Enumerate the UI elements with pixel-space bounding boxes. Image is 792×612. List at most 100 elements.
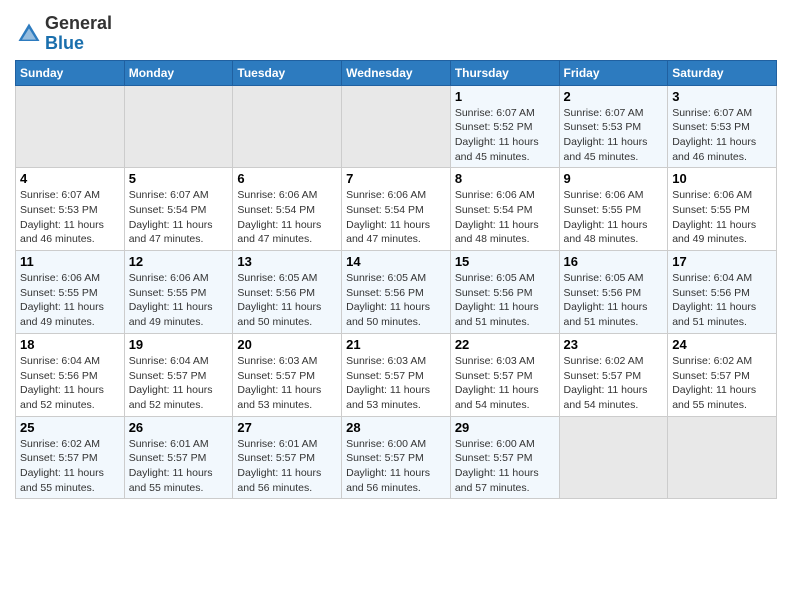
day-info: Sunrise: 6:07 AM Sunset: 5:53 PM Dayligh… — [20, 188, 120, 247]
logo-text-general: General — [45, 14, 112, 34]
table-row: 9 Sunrise: 6:06 AM Sunset: 5:55 PM Daylig… — [559, 168, 668, 251]
day-info: Sunrise: 6:04 AM Sunset: 5:56 PM Dayligh… — [20, 354, 120, 413]
calendar-table: Sunday Monday Tuesday Wednesday Thursday… — [15, 60, 777, 500]
day-number: 19 — [129, 337, 229, 352]
day-info: Sunrise: 6:06 AM Sunset: 5:55 PM Dayligh… — [564, 188, 664, 247]
col-wednesday: Wednesday — [342, 60, 451, 85]
table-row — [16, 85, 125, 168]
day-info: Sunrise: 6:02 AM Sunset: 5:57 PM Dayligh… — [20, 437, 120, 496]
day-number: 10 — [672, 171, 772, 186]
table-row — [342, 85, 451, 168]
day-number: 12 — [129, 254, 229, 269]
day-number: 8 — [455, 171, 555, 186]
day-info: Sunrise: 6:07 AM Sunset: 5:54 PM Dayligh… — [129, 188, 229, 247]
day-number: 15 — [455, 254, 555, 269]
page-header: General Blue — [15, 10, 777, 54]
col-friday: Friday — [559, 60, 668, 85]
table-row: 24 Sunrise: 6:02 AM Sunset: 5:57 PM Dayli… — [668, 333, 777, 416]
day-number: 14 — [346, 254, 446, 269]
day-info: Sunrise: 6:07 AM Sunset: 5:53 PM Dayligh… — [564, 106, 664, 165]
table-row: 5 Sunrise: 6:07 AM Sunset: 5:54 PM Daylig… — [124, 168, 233, 251]
table-row: 21 Sunrise: 6:03 AM Sunset: 5:57 PM Dayli… — [342, 333, 451, 416]
table-row: 18Sunrise: 6:04 AM Sunset: 5:56 PM Dayli… — [16, 333, 125, 416]
day-info: Sunrise: 6:07 AM Sunset: 5:53 PM Dayligh… — [672, 106, 772, 165]
day-number: 5 — [129, 171, 229, 186]
day-number: 13 — [237, 254, 337, 269]
table-row: 28 Sunrise: 6:00 AM Sunset: 5:57 PM Dayli… — [342, 416, 451, 499]
day-info: Sunrise: 6:05 AM Sunset: 5:56 PM Dayligh… — [237, 271, 337, 330]
col-sunday: Sunday — [16, 60, 125, 85]
table-row — [668, 416, 777, 499]
day-number: 9 — [564, 171, 664, 186]
calendar-week-row: 18Sunrise: 6:04 AM Sunset: 5:56 PM Dayli… — [16, 333, 777, 416]
table-row: 20Sunrise: 6:03 AM Sunset: 5:57 PM Dayli… — [233, 333, 342, 416]
day-info: Sunrise: 6:02 AM Sunset: 5:57 PM Dayligh… — [564, 354, 664, 413]
calendar-week-row: 4 Sunrise: 6:07 AM Sunset: 5:53 PM Daylig… — [16, 168, 777, 251]
col-monday: Monday — [124, 60, 233, 85]
day-info: Sunrise: 6:03 AM Sunset: 5:57 PM Dayligh… — [346, 354, 446, 413]
day-number: 21 — [346, 337, 446, 352]
table-row — [233, 85, 342, 168]
day-info: Sunrise: 6:06 AM Sunset: 5:54 PM Dayligh… — [237, 188, 337, 247]
col-thursday: Thursday — [450, 60, 559, 85]
logo-icon — [15, 20, 43, 48]
day-number: 20 — [237, 337, 337, 352]
day-info: Sunrise: 6:05 AM Sunset: 5:56 PM Dayligh… — [346, 271, 446, 330]
table-row: 15 Sunrise: 6:05 AM Sunset: 5:56 PM Dayli… — [450, 251, 559, 334]
table-row: 8 Sunrise: 6:06 AM Sunset: 5:54 PM Daylig… — [450, 168, 559, 251]
table-row: 6 Sunrise: 6:06 AM Sunset: 5:54 PM Daylig… — [233, 168, 342, 251]
day-number: 28 — [346, 420, 446, 435]
day-info: Sunrise: 6:04 AM Sunset: 5:56 PM Dayligh… — [672, 271, 772, 330]
day-number: 26 — [129, 420, 229, 435]
col-saturday: Saturday — [668, 60, 777, 85]
day-number: 25 — [20, 420, 120, 435]
table-row: 17Sunrise: 6:04 AM Sunset: 5:56 PM Dayli… — [668, 251, 777, 334]
day-info: Sunrise: 6:05 AM Sunset: 5:56 PM Dayligh… — [564, 271, 664, 330]
day-number: 6 — [237, 171, 337, 186]
day-info: Sunrise: 6:06 AM Sunset: 5:55 PM Dayligh… — [129, 271, 229, 330]
table-row: 2 Sunrise: 6:07 AM Sunset: 5:53 PM Daylig… — [559, 85, 668, 168]
day-info: Sunrise: 6:05 AM Sunset: 5:56 PM Dayligh… — [455, 271, 555, 330]
day-info: Sunrise: 6:01 AM Sunset: 5:57 PM Dayligh… — [129, 437, 229, 496]
logo: General Blue — [15, 14, 112, 54]
calendar-week-row: 11 Sunrise: 6:06 AM Sunset: 5:55 PM Dayli… — [16, 251, 777, 334]
table-row: 26 Sunrise: 6:01 AM Sunset: 5:57 PM Dayli… — [124, 416, 233, 499]
table-row: 16 Sunrise: 6:05 AM Sunset: 5:56 PM Dayli… — [559, 251, 668, 334]
day-info: Sunrise: 6:06 AM Sunset: 5:55 PM Dayligh… — [20, 271, 120, 330]
calendar-week-row: 25 Sunrise: 6:02 AM Sunset: 5:57 PM Dayli… — [16, 416, 777, 499]
table-row: 3 Sunrise: 6:07 AM Sunset: 5:53 PM Daylig… — [668, 85, 777, 168]
table-row: 29Sunrise: 6:00 AM Sunset: 5:57 PM Dayli… — [450, 416, 559, 499]
day-number: 1 — [455, 89, 555, 104]
table-row: 23Sunrise: 6:02 AM Sunset: 5:57 PM Dayli… — [559, 333, 668, 416]
day-info: Sunrise: 6:00 AM Sunset: 5:57 PM Dayligh… — [346, 437, 446, 496]
calendar-week-row: 1 Sunrise: 6:07 AM Sunset: 5:52 PM Daylig… — [16, 85, 777, 168]
calendar-header-row: Sunday Monday Tuesday Wednesday Thursday… — [16, 60, 777, 85]
day-number: 11 — [20, 254, 120, 269]
table-row: 10 Sunrise: 6:06 AM Sunset: 5:55 PM Dayli… — [668, 168, 777, 251]
day-info: Sunrise: 6:07 AM Sunset: 5:52 PM Dayligh… — [455, 106, 555, 165]
day-info: Sunrise: 6:06 AM Sunset: 5:54 PM Dayligh… — [455, 188, 555, 247]
day-number: 24 — [672, 337, 772, 352]
day-number: 22 — [455, 337, 555, 352]
day-number: 16 — [564, 254, 664, 269]
day-info: Sunrise: 6:04 AM Sunset: 5:57 PM Dayligh… — [129, 354, 229, 413]
day-info: Sunrise: 6:00 AM Sunset: 5:57 PM Dayligh… — [455, 437, 555, 496]
day-info: Sunrise: 6:01 AM Sunset: 5:57 PM Dayligh… — [237, 437, 337, 496]
table-row: 22 Sunrise: 6:03 AM Sunset: 5:57 PM Dayli… — [450, 333, 559, 416]
logo-text-blue: Blue — [45, 34, 112, 54]
table-row: 4 Sunrise: 6:07 AM Sunset: 5:53 PM Daylig… — [16, 168, 125, 251]
table-row: 7 Sunrise: 6:06 AM Sunset: 5:54 PM Daylig… — [342, 168, 451, 251]
day-number: 3 — [672, 89, 772, 104]
day-number: 7 — [346, 171, 446, 186]
table-row: 12 Sunrise: 6:06 AM Sunset: 5:55 PM Dayli… — [124, 251, 233, 334]
day-info: Sunrise: 6:06 AM Sunset: 5:54 PM Dayligh… — [346, 188, 446, 247]
table-row: 19 Sunrise: 6:04 AM Sunset: 5:57 PM Dayli… — [124, 333, 233, 416]
day-info: Sunrise: 6:06 AM Sunset: 5:55 PM Dayligh… — [672, 188, 772, 247]
day-info: Sunrise: 6:02 AM Sunset: 5:57 PM Dayligh… — [672, 354, 772, 413]
day-number: 4 — [20, 171, 120, 186]
col-tuesday: Tuesday — [233, 60, 342, 85]
table-row: 27 Sunrise: 6:01 AM Sunset: 5:57 PM Dayli… — [233, 416, 342, 499]
day-number: 27 — [237, 420, 337, 435]
day-number: 2 — [564, 89, 664, 104]
day-info: Sunrise: 6:03 AM Sunset: 5:57 PM Dayligh… — [455, 354, 555, 413]
